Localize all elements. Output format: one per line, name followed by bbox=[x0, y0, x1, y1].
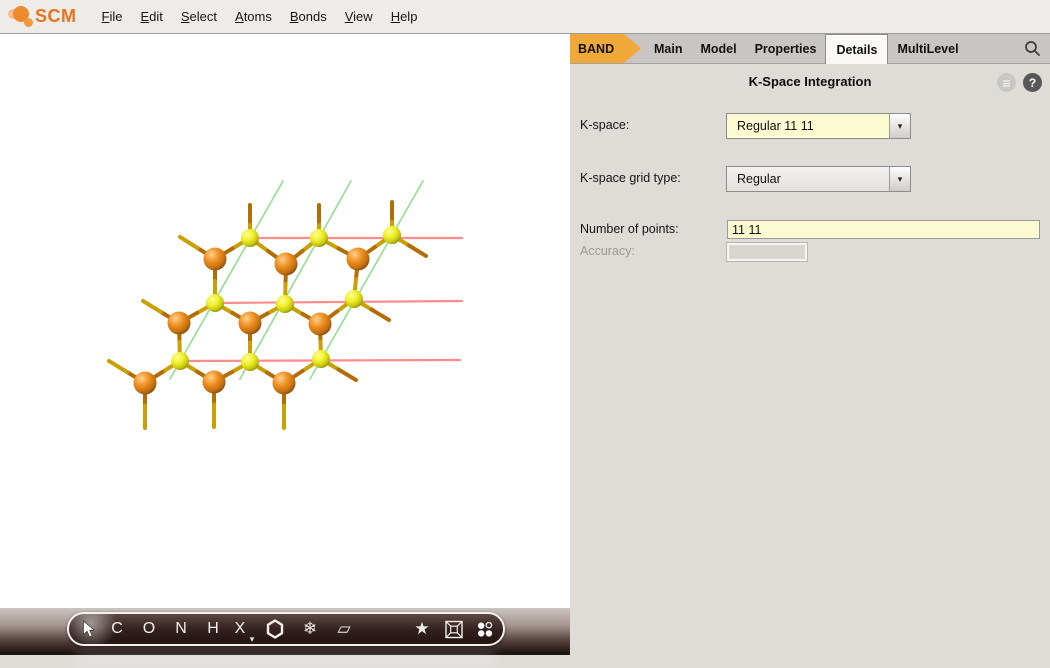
tab-details[interactable]: Details bbox=[825, 34, 889, 64]
kspace-label: K-space: bbox=[580, 118, 630, 132]
num-points-input[interactable] bbox=[727, 220, 1040, 239]
crystal-tool-icon[interactable]: ❄ bbox=[303, 614, 317, 644]
tab-model[interactable]: Model bbox=[691, 34, 745, 63]
menu-edit[interactable]: Edit bbox=[131, 0, 171, 33]
element-x-dropdown-caret-icon[interactable]: ▾ bbox=[250, 614, 255, 654]
atom-yellow[interactable] bbox=[241, 353, 259, 371]
perspective-view-icon[interactable] bbox=[445, 614, 464, 644]
menu-file[interactable]: File bbox=[93, 0, 132, 33]
tab-multilevel[interactable]: MultiLevel bbox=[888, 34, 967, 63]
atom-yellow[interactable] bbox=[276, 295, 294, 313]
kspace-combo-caret-icon[interactable]: ▾ bbox=[889, 114, 910, 138]
scm-logo-text: SCM bbox=[35, 6, 77, 26]
help-button[interactable]: ? bbox=[1023, 73, 1042, 92]
atom-yellow[interactable] bbox=[310, 229, 328, 247]
atom-style-balls-icon[interactable] bbox=[477, 614, 494, 644]
accuracy-input bbox=[727, 243, 807, 261]
menu-select[interactable]: Select bbox=[172, 0, 226, 33]
kspace-combo[interactable]: Regular 11 11 ▾ bbox=[726, 113, 911, 139]
menu-view[interactable]: View bbox=[336, 0, 382, 33]
element-h-button[interactable]: H bbox=[207, 614, 219, 644]
atom-orange[interactable] bbox=[308, 312, 332, 336]
grid-type-label: K-space grid type: bbox=[580, 171, 681, 185]
molecule-viewport[interactable]: C O N H X ▾ ❄ ▱ ★ bbox=[0, 34, 570, 668]
grid-type-combo-caret-icon[interactable]: ▾ bbox=[889, 167, 910, 191]
kspace-combo-value: Regular 11 11 bbox=[737, 119, 814, 133]
molecule-svg[interactable] bbox=[0, 34, 570, 608]
atom-orange[interactable] bbox=[202, 370, 226, 394]
atom-yellow[interactable] bbox=[171, 352, 189, 370]
half-bond bbox=[107, 359, 129, 374]
favorites-star-icon[interactable]: ★ bbox=[414, 614, 429, 644]
half-bond bbox=[407, 243, 428, 258]
atom-orange[interactable] bbox=[133, 371, 157, 395]
element-o-button[interactable]: O bbox=[143, 614, 155, 644]
atom-yellow[interactable] bbox=[345, 290, 363, 308]
num-points-label: Number of points: bbox=[580, 222, 679, 236]
atom-yellow[interactable] bbox=[383, 226, 401, 244]
panel-title: K-Space Integration bbox=[748, 74, 872, 89]
atom-orange[interactable] bbox=[272, 371, 296, 395]
tab-band[interactable]: BAND bbox=[570, 34, 641, 63]
scm-logo: SCM bbox=[8, 0, 77, 33]
atom-yellow[interactable] bbox=[206, 294, 224, 312]
element-x-button[interactable]: X bbox=[235, 614, 246, 644]
toolbar-reflection bbox=[75, 652, 497, 668]
atom-yellow[interactable] bbox=[312, 350, 330, 368]
accuracy-label: Accuracy: bbox=[580, 244, 635, 258]
menu-help[interactable]: Help bbox=[382, 0, 427, 33]
atom-yellow[interactable] bbox=[241, 229, 259, 247]
menu-atoms[interactable]: Atoms bbox=[226, 0, 281, 33]
grid-type-combo[interactable]: Regular ▾ bbox=[726, 166, 911, 192]
half-bond bbox=[336, 367, 358, 382]
atom-orange[interactable] bbox=[167, 311, 191, 335]
tab-main[interactable]: Main bbox=[645, 34, 691, 63]
search-icon bbox=[1025, 41, 1040, 56]
atom-orange[interactable] bbox=[274, 252, 298, 276]
atom-orange[interactable] bbox=[346, 247, 370, 271]
search-button[interactable] bbox=[1024, 34, 1050, 63]
tab-bar: BAND Main Model Properties Details Multi… bbox=[570, 34, 1050, 64]
section-menu-button[interactable]: ≡ bbox=[997, 73, 1016, 92]
menu-bar: SCM File Edit Select Atoms Bonds View He… bbox=[0, 0, 1050, 34]
half-bond bbox=[369, 307, 391, 322]
lattice-vector-line-green bbox=[309, 180, 424, 380]
grid-type-combo-value: Regular bbox=[737, 172, 781, 186]
pointer-tool-icon[interactable] bbox=[82, 614, 95, 644]
lattice-vector-line-green bbox=[169, 180, 284, 380]
lattice-vector-line-green bbox=[239, 180, 352, 380]
lattice-vector-line-red bbox=[213, 299, 464, 305]
toolbar-pill: C O N H X ▾ ❄ ▱ ★ bbox=[67, 612, 505, 646]
settings-panel: BAND Main Model Properties Details Multi… bbox=[570, 34, 1050, 655]
menu-bonds[interactable]: Bonds bbox=[281, 0, 336, 33]
half-bond bbox=[141, 299, 163, 314]
element-c-button[interactable]: C bbox=[111, 614, 123, 644]
plane-tool-icon[interactable]: ▱ bbox=[337, 614, 350, 644]
half-bond bbox=[178, 235, 200, 250]
atom-orange[interactable] bbox=[238, 311, 262, 335]
element-n-button[interactable]: N bbox=[175, 614, 187, 644]
tab-properties[interactable]: Properties bbox=[746, 34, 826, 63]
ring-tool-icon[interactable] bbox=[266, 614, 284, 644]
toolbar-band: C O N H X ▾ ❄ ▱ ★ bbox=[0, 608, 570, 668]
atom-orange[interactable] bbox=[203, 247, 227, 271]
